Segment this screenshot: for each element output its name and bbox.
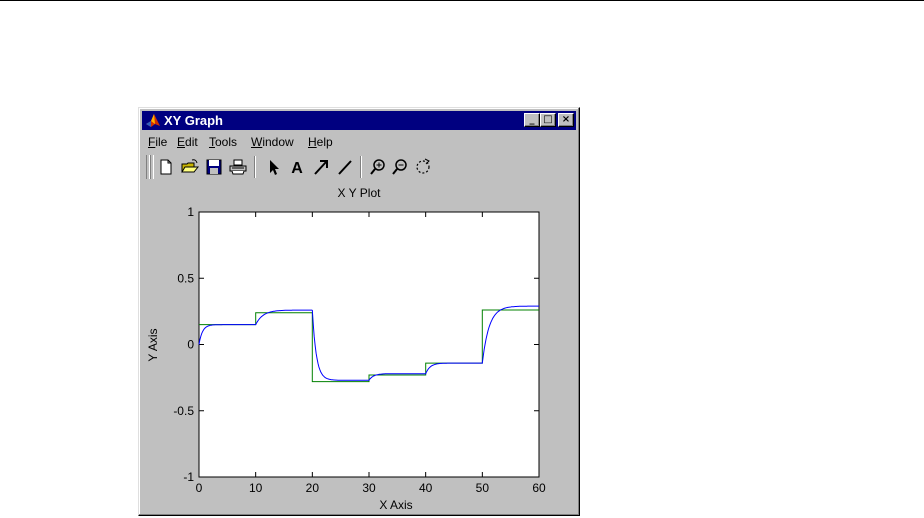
- plot-axes-box: [198, 211, 540, 478]
- zoom-out-icon: [392, 159, 407, 175]
- xy-graph-window: XY Graph _ □ × File Edit Tools Window He…: [138, 107, 580, 516]
- x-tick-label: 10: [249, 481, 263, 495]
- rotate-icon: [416, 158, 430, 174]
- save-button[interactable]: [204, 157, 224, 177]
- save-icon: [206, 159, 222, 175]
- y-tick-label: 0.5: [177, 271, 194, 285]
- minimize-button[interactable]: _: [524, 113, 540, 127]
- insert-line-button[interactable]: [335, 157, 355, 177]
- plot-area: X Y Plot Y Axis X Axis 0 10 20 30 40 50 60 -1 -0…: [139, 186, 579, 516]
- minimize-icon: _: [529, 114, 535, 125]
- select-arrow-icon: [270, 160, 279, 175]
- insert-text-icon: A: [291, 160, 303, 177]
- select-button[interactable]: [264, 157, 284, 177]
- close-icon: ×: [561, 114, 571, 125]
- menu-tools[interactable]: Tools: [209, 135, 237, 149]
- insert-line-icon: [338, 160, 352, 175]
- zoom-in-button[interactable]: [368, 157, 388, 177]
- print-icon: [229, 159, 247, 175]
- zoom-out-button[interactable]: [390, 157, 410, 177]
- insert-arrow-button[interactable]: [311, 157, 331, 177]
- page-top-rule: [0, 0, 924, 1]
- rotate-button[interactable]: [413, 157, 433, 177]
- xy-plot-chart: 0 10 20 30 40 50 60 -1 -0.5 0 0.5 1: [173, 205, 546, 495]
- insert-text-glyph: A: [291, 160, 303, 177]
- menu-help[interactable]: Help: [308, 135, 333, 149]
- matlab-logo-icon: [146, 114, 160, 127]
- menu-file[interactable]: File: [148, 135, 167, 149]
- menu-window[interactable]: Window: [251, 135, 294, 149]
- x-tick-label: 60: [532, 481, 546, 495]
- x-tick-label: 50: [476, 481, 490, 495]
- toolbar-separator: [254, 156, 256, 178]
- y-tick-label: -0.5: [173, 404, 194, 418]
- open-button[interactable]: [180, 157, 200, 177]
- x-tick-label: 40: [419, 481, 433, 495]
- window-title: XY Graph: [164, 113, 224, 128]
- toolbar-separator-2: [360, 156, 362, 178]
- new-file-icon: [160, 159, 172, 175]
- insert-arrow-icon: [314, 160, 328, 175]
- y-tick-label: -1: [183, 470, 194, 484]
- insert-text-button[interactable]: A: [287, 157, 307, 177]
- y-tick-label: 0: [187, 338, 194, 352]
- print-button[interactable]: [228, 157, 248, 177]
- menu-edit[interactable]: Edit: [177, 135, 198, 149]
- title-bar[interactable]: XY Graph _ □ ×: [142, 111, 576, 130]
- figure-toolbar: A: [142, 153, 576, 181]
- x-axis-label: X Axis: [379, 498, 413, 512]
- x-tick-label: 0: [196, 481, 203, 495]
- close-button[interactable]: ×: [558, 113, 574, 127]
- new-file-button[interactable]: [156, 157, 176, 177]
- toolbar-grip-2[interactable]: [150, 155, 154, 179]
- y-tick-label: 1: [187, 205, 194, 219]
- x-tick-label: 20: [306, 481, 320, 495]
- x-tick-label: 30: [362, 481, 376, 495]
- maximize-icon: □: [543, 114, 553, 125]
- zoom-in-icon: [370, 159, 385, 175]
- maximize-button[interactable]: □: [540, 113, 556, 127]
- open-folder-icon: [181, 159, 200, 173]
- menu-bar: File Edit Tools Window Help: [142, 132, 576, 151]
